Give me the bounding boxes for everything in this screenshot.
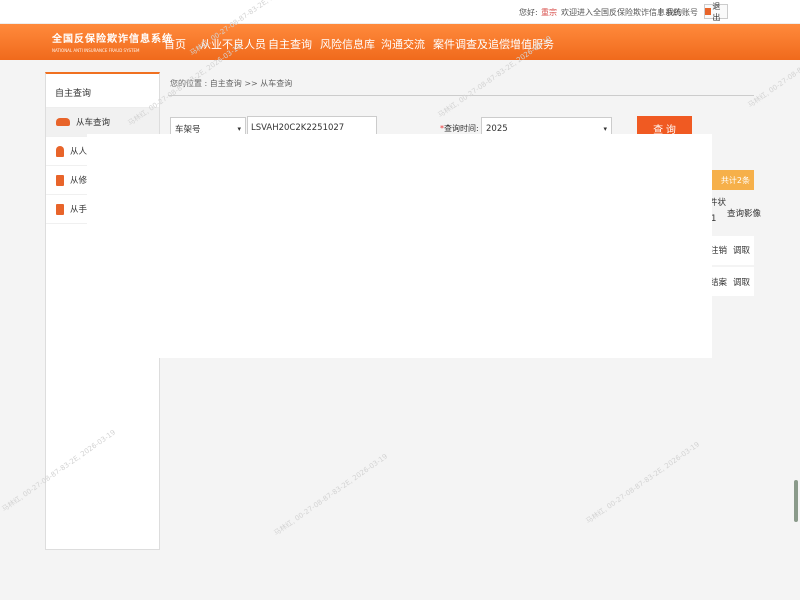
separator: | (659, 7, 662, 16)
my-account-link[interactable]: 我的账号 (666, 7, 698, 18)
query-time-label: *查询时间: (440, 123, 479, 134)
logout-button[interactable]: 退出 (704, 2, 728, 22)
watermark: 马林红, 00-27-08-87-83-2E, 2026-03-19 (272, 452, 390, 538)
username: 重宗 (541, 8, 557, 17)
sidebar-header: 自主查询 (46, 74, 159, 108)
logo: 全国反保险欺诈信息系统 NATIONAL ANTI INSURANCE FRAU… (52, 30, 173, 53)
nav-self-query[interactable]: 自主查询 (268, 36, 312, 52)
nav-case-investigation[interactable]: 案件调查及追偿 (433, 36, 510, 52)
redaction-overlay (87, 134, 712, 358)
phone-icon (56, 203, 64, 215)
logo-title-cn: 全国反保险欺诈信息系统 (52, 34, 173, 45)
row-status: 结案 (710, 278, 728, 288)
watermark: 马林红, 00-27-08-87-83-2E, 2026-03-19 (584, 440, 702, 526)
retrieve-link[interactable]: 调取 (733, 276, 750, 288)
retrieve-link[interactable]: 调取 (733, 244, 750, 256)
results-count-bar: 共计2条 (706, 170, 754, 190)
query-time-text: 查询时间: (444, 124, 479, 133)
year-value: 2025 (486, 123, 508, 134)
row-status: 注销 (710, 246, 728, 256)
redaction-overlay-left (87, 134, 159, 222)
scrollbar[interactable] (794, 480, 798, 522)
logout-label: 退出 (712, 1, 721, 22)
field-type-value: 车架号 (175, 124, 201, 135)
column-header-images: 查询影像 (727, 209, 762, 219)
welcome-text: 欢迎进入全国反保险欺诈信息系统 (561, 8, 681, 17)
nav-home[interactable]: 首页 (164, 36, 186, 52)
car-icon (56, 118, 70, 126)
phone-icon (56, 174, 64, 186)
greeting-prefix: 您好: (519, 8, 538, 17)
main-navbar: 全国反保险欺诈信息系统 NATIONAL ANTI INSURANCE FRAU… (0, 24, 800, 60)
chevron-down-icon: ▾ (603, 124, 607, 133)
top-bar: 您好: 重宗 欢迎进入全国反保险欺诈信息系统 | 我的账号 退出 (0, 0, 800, 24)
nav-communication[interactable]: 沟通交流 (381, 36, 425, 52)
person-icon (56, 145, 64, 157)
sidebar-item-label: 从车查询 (76, 118, 111, 128)
logout-icon (705, 8, 712, 15)
logo-title-en: NATIONAL ANTI INSURANCE FRAUD SYSTEM (52, 48, 140, 53)
nav-risk-db[interactable]: 风险信息库 (320, 36, 375, 52)
chevron-down-icon: ▾ (237, 124, 241, 133)
